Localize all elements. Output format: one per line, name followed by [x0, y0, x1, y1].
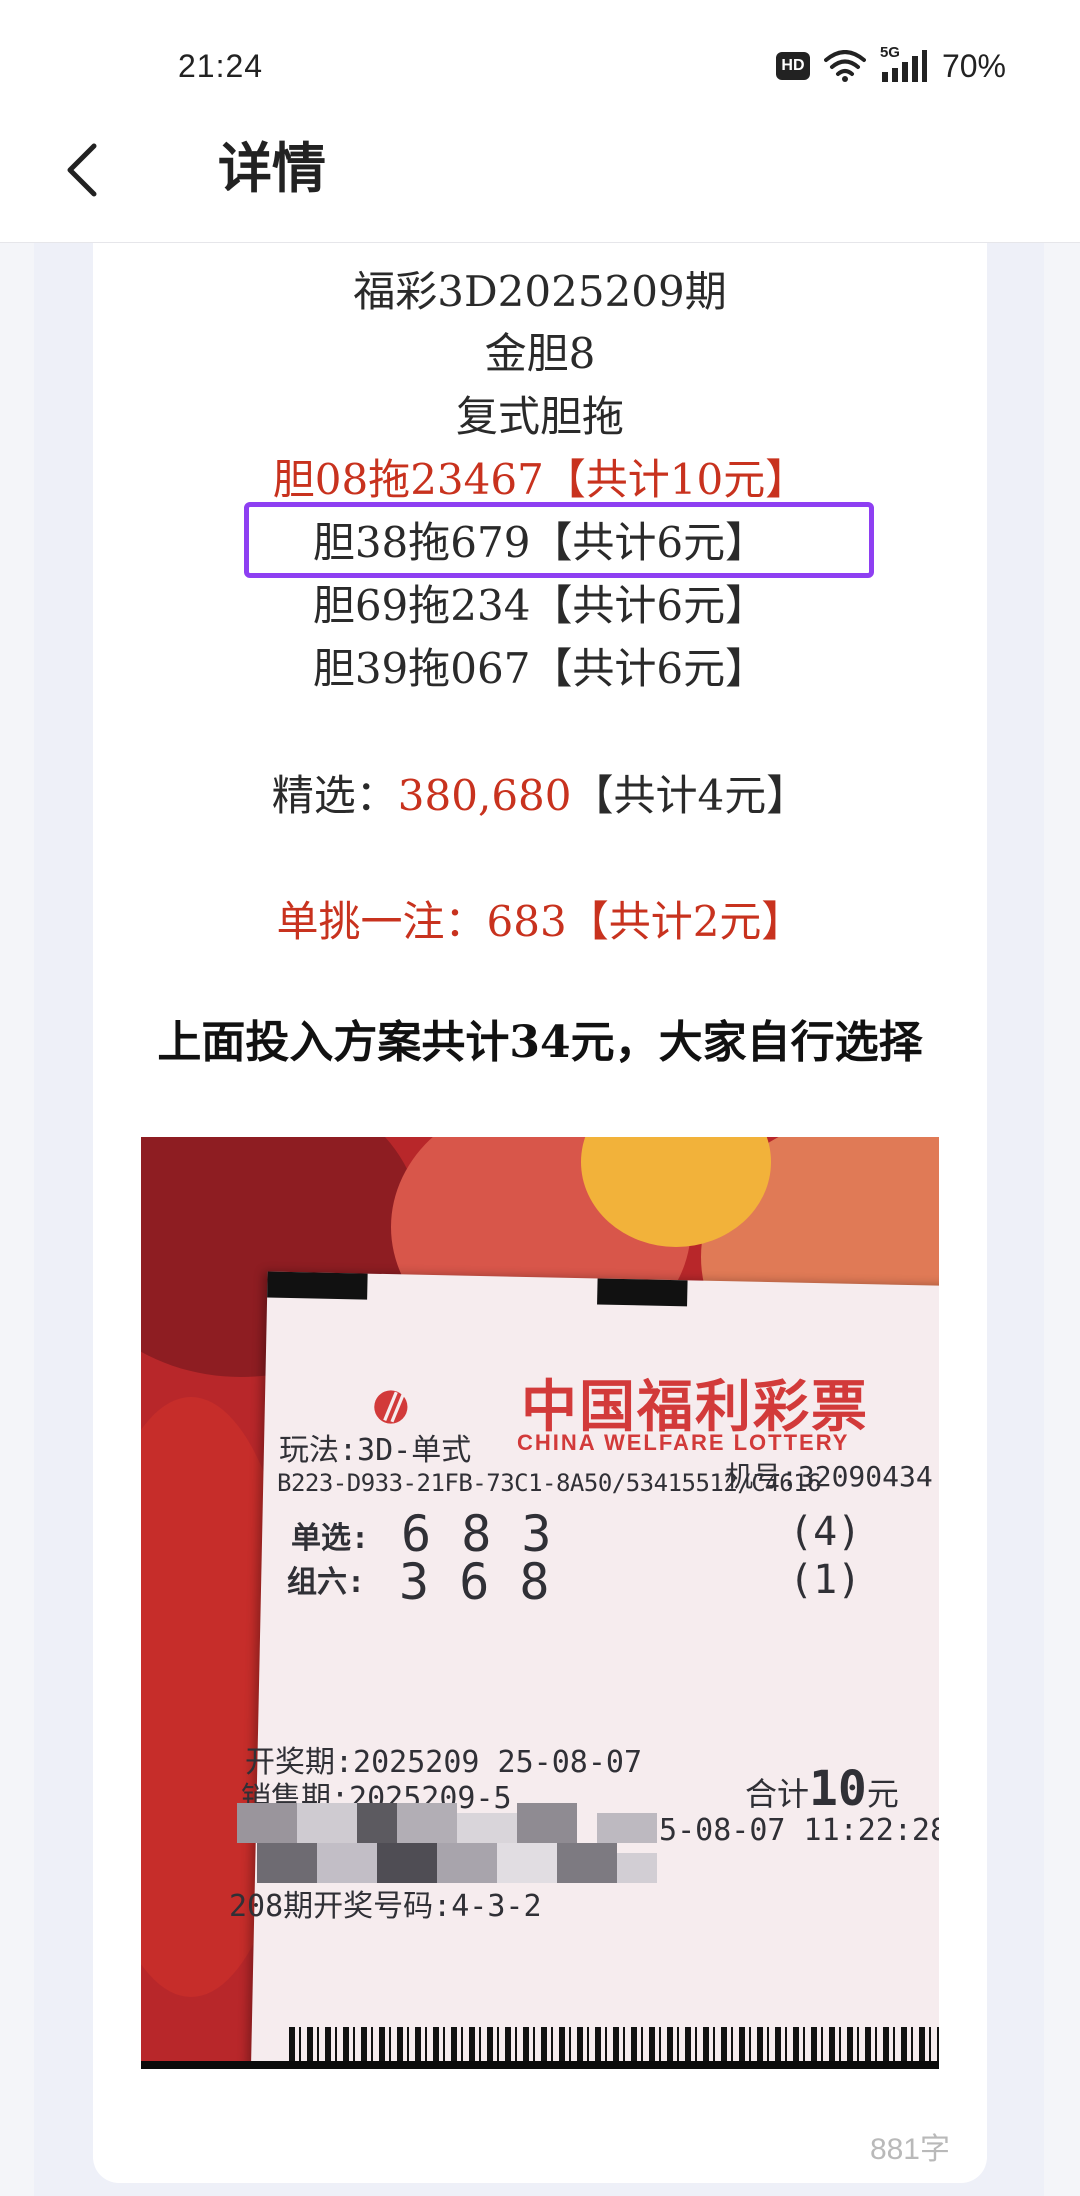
photo-edge	[141, 2061, 939, 2069]
page-title: 详情	[218, 136, 326, 200]
wifi-icon	[823, 50, 866, 82]
back-button[interactable]	[42, 130, 122, 210]
ticket-group-numbers: 3 6 8	[399, 1553, 550, 1611]
ticket-group-multiplier: (1)	[789, 1557, 862, 1603]
status-icons: HD 5G 70%	[775, 44, 1006, 86]
plan-line: 胆39拖067【共计6元】	[312, 644, 768, 693]
selection-label: 精选：	[271, 771, 398, 820]
ticket-single-label: 单选:	[291, 1521, 370, 1556]
ticket-play-type: 玩法:3D-单式	[279, 1433, 472, 1468]
signal-icon: 5G	[880, 44, 928, 84]
ticket-total-amount: 10	[809, 1761, 867, 1817]
ticket-single-multiplier: (4)	[789, 1509, 862, 1555]
ticket-prev-draw: 208期开奖号码:4-3-2	[229, 1889, 542, 1924]
chevron-left-icon	[67, 143, 97, 197]
lottery-issue-line: 福彩3D2025209期	[353, 267, 727, 316]
selection-cost: 【共计4元】	[571, 771, 809, 820]
lottery-ticket-photo: 中国福利彩票 CHINA WELFARE LOTTERY 玩法:3D-单式 机号…	[141, 1137, 939, 2069]
status-time: 21:24	[178, 48, 264, 84]
selection-line: 精选：380,680【共计4元】	[0, 762, 1080, 823]
section-heading: 复式胆拖	[455, 392, 624, 441]
app-header: 详情	[0, 110, 1080, 243]
ticket-total: 合计10元	[745, 1761, 899, 1817]
ticket-serial: B223-D933-21FB-73C1-8A50/53415512/C4616	[277, 1469, 822, 1497]
selection-highlight	[244, 502, 874, 578]
gold-dan-line: 金胆8	[484, 329, 596, 378]
plan-line: 胆69拖234【共计6元】	[312, 581, 768, 630]
ticket-notch	[597, 1278, 688, 1307]
battery-level: 70%	[941, 47, 1006, 84]
plan-line: 胆08拖23467【共计10元】	[272, 455, 808, 504]
ticket-brand-en: CHINA WELFARE LOTTERY	[517, 1430, 850, 1455]
ticket-total-label: 合计	[745, 1775, 810, 1813]
status-bar: 21:24 HD 5G 70%	[0, 0, 1080, 110]
ticket-sale-time: 25-08-07 11:22:28	[641, 1813, 939, 1848]
single-pick-line: 单挑一注：683【共计2元】	[276, 897, 804, 946]
summary-text: 上面投入方案共计34元，大家自行选择	[157, 1017, 923, 1068]
ticket-total-unit: 元	[866, 1775, 899, 1813]
selection-numbers: 380,680	[397, 771, 572, 820]
word-count: 881字	[869, 2133, 950, 2166]
hd-icon: HD	[775, 52, 810, 80]
ticket-notch	[267, 1271, 368, 1300]
ticket-group-label: 组六:	[287, 1565, 366, 1600]
